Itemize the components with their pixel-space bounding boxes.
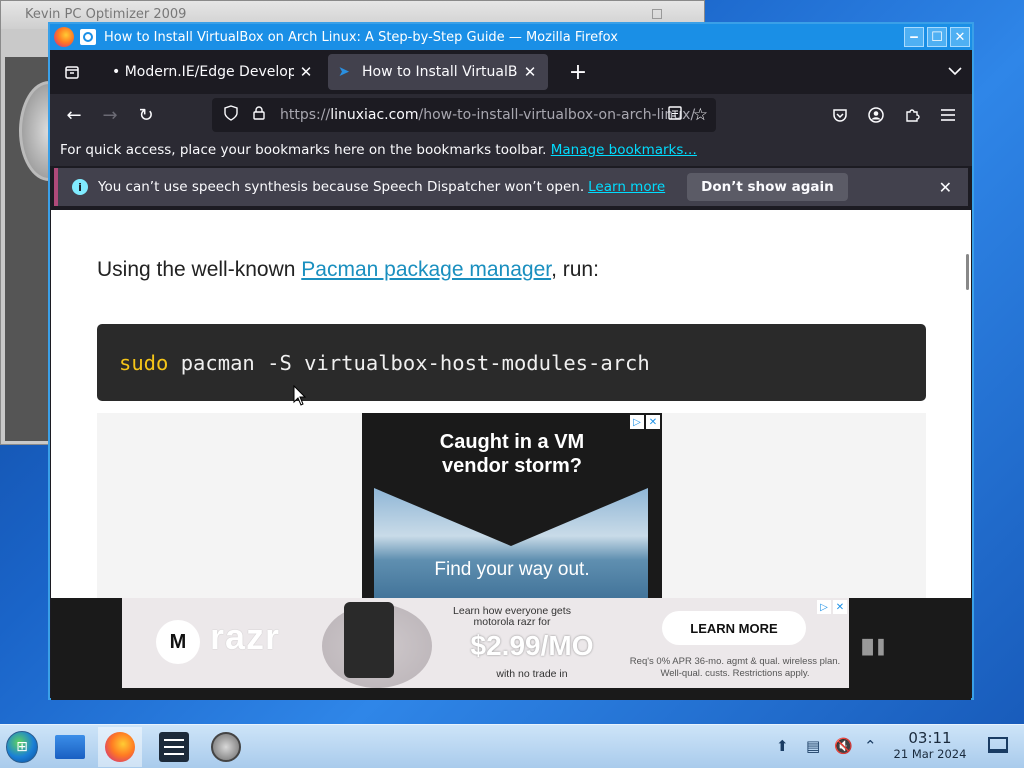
- volume-muted-icon[interactable]: 🔇: [834, 737, 853, 755]
- info-icon: i: [72, 179, 88, 195]
- code-command: pacman -S virtualbox-host-modules-arch: [168, 351, 650, 375]
- adchoices-icon[interactable]: ▷: [630, 415, 644, 429]
- keep-above-icon[interactable]: [80, 29, 96, 45]
- tab-virtualbox-guide[interactable]: ➤ How to Install VirtualBox ✕: [328, 54, 548, 90]
- hamburger-menu-icon[interactable]: [930, 99, 966, 131]
- bottom-banner-ad: M razr Learn how everyone gets motorola …: [51, 598, 971, 700]
- folder-icon: [55, 735, 85, 759]
- tracking-protection-shield-icon[interactable]: [216, 105, 246, 125]
- pacman-link[interactable]: Pacman package manager: [301, 258, 551, 281]
- dont-show-again-button[interactable]: Don’t show again: [687, 173, 848, 201]
- motorola-logo-icon: M: [156, 620, 200, 664]
- update-icon[interactable]: ⬆: [776, 737, 789, 755]
- taskbar-settings[interactable]: [152, 727, 196, 767]
- manage-bookmarks-link[interactable]: Manage bookmarks…: [551, 142, 697, 158]
- learn-more-button[interactable]: LEARN MORE: [662, 611, 806, 645]
- minimize-button[interactable]: ‒: [904, 27, 924, 47]
- scrollbar[interactable]: [966, 254, 969, 290]
- ad-container: ▷ ✕ Caught in a VM vendor storm? Find yo…: [97, 413, 926, 598]
- bookmarks-toolbar: For quick access, place your bookmarks h…: [50, 136, 972, 166]
- tab-label: • Modern.IE/Edge Developer: [112, 64, 294, 80]
- new-tab-plus-icon[interactable]: +: [566, 60, 590, 85]
- ad-fine-print: Req's 0% APR 36-mo. agmt & qual. wireles…: [629, 656, 841, 679]
- ad-price: $2.99/MO: [470, 630, 594, 661]
- url-bar[interactable]: https://linuxiac.com/how-to-install-virt…: [212, 98, 716, 132]
- page-content: Using the well-known Pacman package mana…: [51, 210, 971, 598]
- ad-learn-text: Learn how everyone gets motorola razr fo…: [453, 605, 571, 628]
- window-title: How to Install VirtualBox on Arch Linux:…: [104, 29, 618, 45]
- account-icon[interactable]: [858, 99, 894, 131]
- code-keyword: sudo: [119, 351, 169, 375]
- ad-close-icon[interactable]: ✕: [646, 415, 660, 429]
- back-arrow-icon[interactable]: ←: [56, 99, 92, 131]
- firefox-window: How to Install VirtualBox on Arch Linux:…: [48, 22, 974, 700]
- tab-label: How to Install VirtualBox: [362, 64, 518, 80]
- ad-close-icon[interactable]: ✕: [833, 600, 847, 614]
- taskbar: ⊞ ⬆ ▤ 🔇 ⌃ 03:11 21 Mar 2024: [0, 724, 1024, 768]
- adchoices-icon[interactable]: ▷: [817, 600, 831, 614]
- speech-notification-bar: i You can’t use speech synthesis because…: [54, 168, 968, 206]
- ocean-image: [374, 488, 648, 598]
- notification-close-icon[interactable]: ✕: [939, 178, 952, 197]
- bookmarks-hint-text: For quick access, place your bookmarks h…: [60, 142, 547, 158]
- start-menu-icon: ⊞: [6, 731, 38, 763]
- list-tabs-chevron-icon[interactable]: [948, 64, 962, 80]
- taskbar-file-manager[interactable]: [48, 727, 92, 767]
- window-titlebar[interactable]: How to Install VirtualBox on Arch Linux:…: [50, 24, 972, 50]
- clock[interactable]: 03:11 21 Mar 2024: [888, 729, 972, 762]
- navigation-toolbar: ← → ↻ https://linuxiac.com/how-to-instal…: [50, 94, 972, 136]
- phone-image: [344, 602, 394, 678]
- start-button[interactable]: ⊞: [0, 727, 44, 767]
- linuxiac-favicon-icon: ➤: [338, 64, 350, 80]
- tab-modern-ie[interactable]: • Modern.IE/Edge Developer ✕: [102, 54, 324, 90]
- taskbar-firefox[interactable]: [98, 727, 142, 767]
- tab-bar: • Modern.IE/Edge Developer ✕ ➤ How to In…: [50, 50, 972, 94]
- pocket-icon[interactable]: [822, 99, 858, 131]
- razr-brand: razr: [210, 616, 281, 657]
- url-text[interactable]: https://linuxiac.com/how-to-install-virt…: [280, 107, 695, 123]
- bookmark-star-icon[interactable]: ☆: [693, 105, 708, 125]
- clipboard-icon[interactable]: ▤: [806, 737, 820, 755]
- learn-more-link[interactable]: Learn more: [588, 179, 665, 195]
- ad-network-logo-icon: ▐▌▌: [856, 640, 889, 656]
- tab-close-icon[interactable]: ✕: [522, 63, 538, 81]
- clock-time: 03:11: [908, 729, 952, 747]
- clock-date: 21 Mar 2024: [893, 747, 967, 761]
- firefox-icon: [105, 732, 135, 762]
- background-minimize-icon[interactable]: [652, 9, 662, 19]
- maximize-button[interactable]: ☐: [927, 27, 947, 47]
- reader-view-icon[interactable]: [668, 106, 682, 124]
- code-block[interactable]: sudo pacman -S virtualbox-host-modules-a…: [97, 324, 926, 401]
- close-button[interactable]: ✕: [950, 27, 970, 47]
- firefox-icon[interactable]: [54, 27, 74, 47]
- extensions-puzzle-icon[interactable]: [894, 99, 930, 131]
- tab-close-icon[interactable]: ✕: [298, 63, 314, 81]
- settings-sliders-icon: [159, 732, 189, 762]
- gauge-icon: [211, 732, 241, 762]
- razr-ad[interactable]: M razr Learn how everyone gets motorola …: [122, 598, 849, 688]
- taskbar-optimizer[interactable]: [204, 727, 248, 767]
- reload-icon[interactable]: ↻: [128, 99, 164, 131]
- instruction-paragraph: Using the well-known Pacman package mana…: [97, 258, 599, 281]
- forward-arrow-icon[interactable]: →: [92, 99, 128, 131]
- ad-headline-line2: vendor storm?: [441, 455, 583, 477]
- notification-message: You can’t use speech synthesis because S…: [98, 179, 585, 195]
- mouse-cursor-icon: [293, 385, 307, 406]
- ad-tagline: Find your way out.: [434, 559, 590, 580]
- firefox-view-icon[interactable]: [54, 56, 90, 88]
- lock-icon[interactable]: [246, 106, 272, 124]
- vm-storm-ad[interactable]: ▷ ✕ Caught in a VM vendor storm? Find yo…: [362, 413, 662, 598]
- ad-headline-line1: Caught in a VM: [439, 431, 585, 453]
- show-hidden-chevron-icon[interactable]: ⌃: [864, 737, 877, 755]
- ad-no-trade: with no trade in: [496, 668, 568, 680]
- show-desktop-icon[interactable]: [988, 737, 1008, 753]
